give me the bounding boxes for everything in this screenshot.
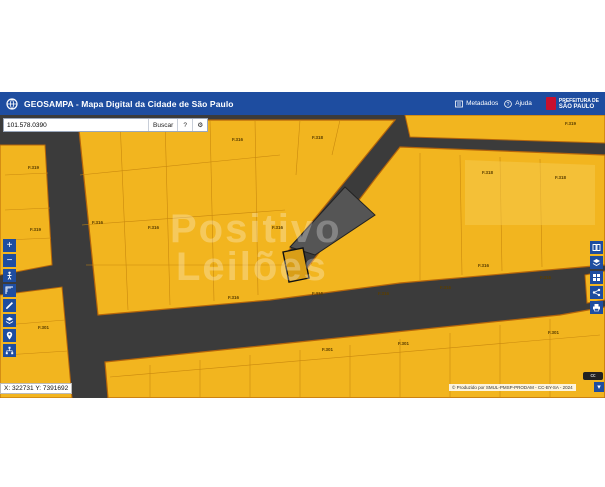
search-input[interactable] [4, 119, 148, 131]
map-tools-right [590, 241, 603, 314]
metadados-label: Metadados [466, 100, 499, 107]
map-canvas[interactable]: Positivo Leilões F.319 F.318 F.316 F.316… [0, 115, 605, 398]
search-settings-icon[interactable]: ⚙ [192, 119, 208, 131]
globe-icon [6, 97, 18, 110]
location-pin-icon[interactable] [3, 329, 16, 342]
draw-icon[interactable] [3, 299, 16, 312]
print-icon[interactable] [590, 301, 603, 314]
lot-label: F.316 [272, 225, 284, 230]
lot-label: F.319 [30, 227, 42, 232]
help-icon: ? [504, 99, 513, 108]
ajuda-button[interactable]: ? Ajuda [504, 99, 532, 108]
share-icon[interactable] [590, 286, 603, 299]
geosampa-app: GEOSAMPA - Mapa Digital da Cidade de São… [0, 92, 605, 398]
chevron-down-icon[interactable]: ▾ [594, 382, 604, 392]
map-tools-left: + − [3, 239, 16, 357]
lot-label: F.318 [482, 170, 494, 175]
book-icon[interactable] [590, 241, 603, 254]
network-icon[interactable] [3, 344, 16, 357]
lot-label: F.316 [478, 263, 490, 268]
person-icon[interactable] [3, 269, 16, 282]
lot-label: F.319 [565, 121, 577, 126]
cc-license-badge: cc [583, 372, 603, 380]
prefeitura-logo[interactable]: PREFEITURA DE SÃO PAULO [545, 97, 599, 110]
lot-label: F.319 [28, 165, 40, 170]
lot-label: F.318 [555, 175, 567, 180]
zoom-in-icon[interactable]: + [3, 239, 16, 252]
lot-label: F.316 [228, 295, 240, 300]
prefeitura-text: PREFEITURA DE SÃO PAULO [558, 97, 599, 110]
svg-text:?: ? [507, 102, 510, 108]
ajuda-label: Ajuda [515, 100, 532, 107]
crest-icon [545, 97, 556, 110]
lot-label: F.316 [232, 137, 244, 142]
metadata-icon [455, 100, 463, 107]
lot-label: F.301 [38, 325, 50, 330]
search-bar: Buscar ? ⚙ [3, 118, 209, 132]
lot-label: F.301 [398, 341, 410, 346]
header-actions: Metadados ? Ajuda PREFEITURA DE SÃO PAUL… [455, 97, 599, 110]
lot-label: F.316 [312, 291, 324, 296]
lot-label: F.318 [312, 135, 324, 140]
buscar-button[interactable]: Buscar [148, 119, 178, 131]
lot-label: F.316 [440, 285, 452, 290]
lot-label: F.316 [148, 225, 160, 230]
lot-label: F.316 [540, 275, 552, 280]
lot-label: F.316 [92, 220, 104, 225]
lot-label: F.301 [548, 330, 560, 335]
layers-icon[interactable] [590, 256, 603, 269]
layers-icon[interactable] [3, 314, 16, 327]
app-title: GEOSAMPA - Mapa Digital da Cidade de São… [24, 98, 234, 109]
map-attribution: © Produzido por SMUL-PMSP-PRODAM - CC-BY… [449, 384, 576, 391]
lot-label: F.316 [378, 291, 390, 296]
grid-icon[interactable] [590, 271, 603, 284]
zoom-out-icon[interactable]: − [3, 254, 16, 267]
search-help-icon[interactable]: ? [177, 119, 193, 131]
lot-label: F.301 [322, 347, 334, 352]
measure-icon[interactable] [3, 284, 16, 297]
watermark: Positivo Leilões [170, 207, 342, 289]
metadados-button[interactable]: Metadados [455, 100, 498, 108]
app-header: GEOSAMPA - Mapa Digital da Cidade de São… [0, 92, 605, 115]
coordinate-readout: X: 322731 Y: 7391692 [0, 383, 73, 394]
